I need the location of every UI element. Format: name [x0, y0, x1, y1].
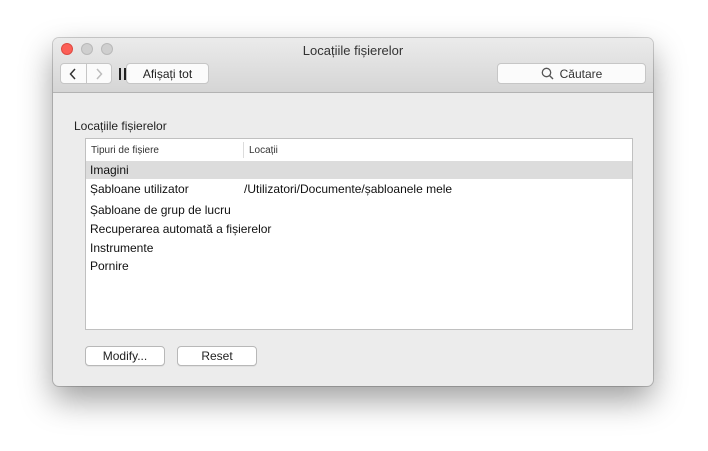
- search-icon: [541, 67, 554, 80]
- file-type-cell: Imagini: [90, 163, 129, 177]
- back-forward-group: [60, 63, 112, 84]
- file-type-cell: Șabloane utilizator: [90, 182, 189, 196]
- table-row[interactable]: Pornire: [86, 257, 632, 275]
- back-button[interactable]: [61, 64, 86, 83]
- table-row[interactable]: Șabloane utilizator /Utilizatori/Documen…: [86, 180, 632, 198]
- file-type-cell: Pornire: [90, 259, 129, 273]
- table-row[interactable]: Șabloane de grup de lucru: [86, 201, 632, 219]
- chevron-left-icon: [69, 67, 76, 80]
- modify-button[interactable]: Modify...: [85, 346, 165, 366]
- column-header-file-types[interactable]: Tipuri de fișiere: [91, 145, 159, 156]
- title-bar: Locațiile fișierelor Afișați tot Căutare: [53, 38, 653, 93]
- forward-button[interactable]: [85, 64, 112, 83]
- search-field[interactable]: Căutare: [497, 63, 646, 84]
- location-cell: /Utilizatori/Documente/șabloanele mele: [244, 182, 453, 196]
- table-header: Tipuri de fișiere Locații: [86, 139, 632, 162]
- file-type-cell: Instrumente: [90, 241, 154, 255]
- file-type-cell: Șabloane de grup de lucru: [90, 203, 231, 217]
- table-row[interactable]: Recuperarea automată a fișierelor: [86, 220, 632, 238]
- reset-button[interactable]: Reset: [177, 346, 257, 366]
- grid-icon[interactable]: [119, 68, 126, 80]
- column-separator[interactable]: [243, 142, 244, 158]
- chevron-right-icon: [96, 67, 103, 80]
- search-placeholder: Căutare: [559, 66, 603, 81]
- file-type-cell: Recuperarea automată a fișierelor: [90, 222, 272, 236]
- section-label: Locațiile fișierelor: [74, 119, 167, 133]
- window-title: Locațiile fișierelor: [302, 43, 404, 58]
- file-locations-table[interactable]: Tipuri de fișiere Locații Imagini Șabloa…: [85, 138, 633, 330]
- table-row[interactable]: Imagini: [86, 161, 632, 179]
- preferences-window: Locațiile fișierelor Afișați tot Căutare: [53, 38, 653, 386]
- show-all-button[interactable]: Afișați tot: [126, 63, 209, 84]
- table-row[interactable]: Instrumente: [86, 239, 632, 257]
- column-header-locations[interactable]: Locații: [249, 145, 278, 156]
